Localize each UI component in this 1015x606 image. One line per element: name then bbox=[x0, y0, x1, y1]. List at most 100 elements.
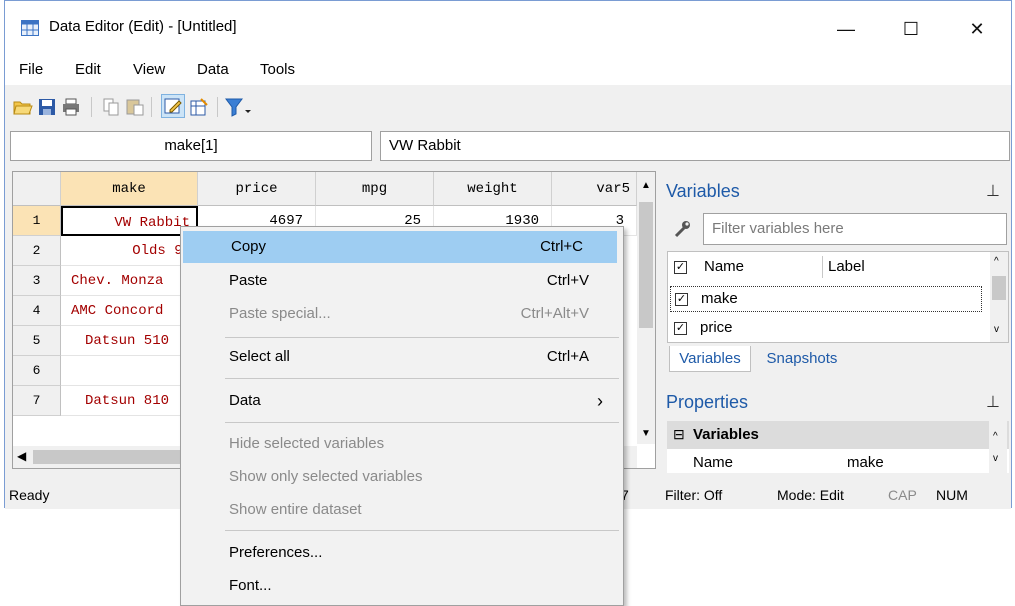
column-header-var5[interactable]: var5 bbox=[552, 172, 637, 206]
cell-make-5[interactable]: Datsun 510 bbox=[61, 326, 198, 356]
toolbar-separator bbox=[91, 97, 92, 117]
cell-make-2[interactable]: Olds 98 bbox=[61, 236, 198, 266]
maximize-button[interactable]: ☐ bbox=[888, 11, 934, 47]
cell-make-4[interactable]: AMC Concord bbox=[61, 296, 198, 326]
column-header-label[interactable]: Label bbox=[828, 258, 865, 275]
scroll-down-arrow-icon[interactable]: v bbox=[993, 453, 998, 464]
data-editor-app-icon bbox=[21, 20, 39, 36]
tab-variables[interactable]: Variables bbox=[669, 346, 751, 372]
variable-checkbox[interactable]: ✓ bbox=[675, 293, 688, 306]
properties-scrollbar[interactable]: ^ v bbox=[989, 421, 1007, 473]
properties-panel-title: Properties bbox=[666, 392, 749, 412]
variable-checkbox[interactable]: ✓ bbox=[674, 322, 687, 335]
properties-table[interactable]: ⊟ Variables Name make ^ v bbox=[667, 421, 1009, 473]
cell-make-3[interactable]: Chev. Monza bbox=[61, 266, 198, 296]
scroll-down-arrow-icon[interactable]: v bbox=[994, 324, 999, 335]
column-header-name[interactable]: Name bbox=[704, 258, 744, 275]
menu-bar: File Edit View Data Tools bbox=[5, 57, 1011, 85]
menu-item-preferences[interactable]: Preferences... bbox=[181, 537, 623, 569]
status-mode: Mode: Edit bbox=[777, 487, 844, 503]
variables-scrollbar[interactable]: ^ v bbox=[990, 252, 1008, 342]
menu-edit[interactable]: Edit bbox=[75, 61, 101, 78]
select-all-checkbox[interactable]: ✓ bbox=[674, 261, 687, 274]
list-item[interactable]: ✓ make bbox=[670, 286, 982, 312]
menu-item-paste[interactable]: Paste Ctrl+V bbox=[181, 265, 623, 297]
tab-snapshots[interactable]: Snapshots bbox=[757, 346, 847, 372]
pin-icon[interactable]: ⊥ bbox=[986, 181, 1000, 201]
property-value[interactable]: make bbox=[847, 454, 884, 471]
menu-view[interactable]: View bbox=[133, 61, 165, 78]
scroll-left-arrow-icon[interactable]: ◀ bbox=[17, 449, 26, 463]
variables-panel-title: Variables bbox=[666, 181, 740, 201]
row-header[interactable]: 3 bbox=[13, 266, 61, 296]
column-header-make[interactable]: make bbox=[61, 172, 198, 206]
cell-make-1[interactable]: VW Rabbit bbox=[61, 206, 198, 236]
menu-data[interactable]: Data bbox=[197, 61, 229, 78]
menu-tools[interactable]: Tools bbox=[260, 61, 295, 78]
properties-group-label: Variables bbox=[693, 426, 759, 443]
menu-item-copy[interactable]: Copy Ctrl+C bbox=[183, 231, 617, 263]
edit-mode-icon[interactable] bbox=[161, 94, 185, 118]
menu-item-font[interactable]: Font... bbox=[181, 570, 623, 602]
row-header[interactable]: 2 bbox=[13, 236, 61, 266]
column-header-price[interactable]: price bbox=[198, 172, 316, 206]
toolbar bbox=[5, 87, 1011, 127]
menu-separator bbox=[225, 530, 619, 531]
toolbar-separator bbox=[217, 97, 218, 117]
cell-make-6[interactable] bbox=[61, 356, 198, 386]
row-header[interactable]: 7 bbox=[13, 386, 61, 416]
grid-vertical-scrollbar[interactable]: ▲ bbox=[637, 172, 655, 432]
column-header-mpg[interactable]: mpg bbox=[316, 172, 434, 206]
wrench-icon[interactable] bbox=[673, 219, 693, 239]
list-item[interactable]: ✓ price bbox=[670, 316, 982, 342]
scroll-up-arrow-icon[interactable]: ▲ bbox=[641, 180, 651, 191]
column-divider bbox=[822, 256, 823, 278]
minimize-button[interactable]: — bbox=[823, 11, 869, 47]
browse-mode-icon[interactable] bbox=[189, 97, 209, 117]
pin-icon[interactable]: ⊥ bbox=[986, 392, 1000, 412]
menu-item-hide-selected[interactable]: Hide selected variables bbox=[181, 428, 623, 460]
row-header[interactable]: 5 bbox=[13, 326, 61, 356]
status-num: NUM bbox=[936, 487, 968, 503]
variables-list[interactable]: ✓ Name Label ✓ make ✓ price ^ v bbox=[667, 251, 1009, 343]
menu-item-show-entire-dataset[interactable]: Show entire dataset bbox=[181, 494, 623, 526]
row-header[interactable]: 6 bbox=[13, 356, 61, 386]
scroll-up-arrow-icon[interactable]: ^ bbox=[994, 256, 999, 267]
context-menu: Copy Ctrl+C Paste Ctrl+V Paste special..… bbox=[180, 226, 624, 606]
save-icon[interactable] bbox=[37, 97, 57, 117]
menu-file[interactable]: File bbox=[19, 61, 43, 78]
cell-value-box[interactable]: VW Rabbit bbox=[380, 131, 1010, 161]
properties-group-header[interactable]: ⊟ Variables bbox=[667, 421, 1009, 449]
cell-make-7[interactable]: Datsun 810 bbox=[61, 386, 198, 416]
scroll-up-arrow-icon[interactable]: ^ bbox=[993, 431, 998, 442]
variable-name: make bbox=[701, 290, 738, 307]
variable-name: price bbox=[700, 319, 733, 336]
menu-item-show-only-selected[interactable]: Show only selected variables bbox=[181, 461, 623, 493]
scrollbar-thumb[interactable] bbox=[33, 450, 183, 464]
open-folder-icon[interactable] bbox=[13, 97, 33, 117]
scrollbar-thumb[interactable] bbox=[639, 202, 653, 328]
menu-item-select-all[interactable]: Select all Ctrl+A bbox=[181, 341, 623, 373]
submenu-arrow-icon: › bbox=[597, 391, 603, 411]
grid-corner[interactable] bbox=[13, 172, 61, 206]
menu-separator bbox=[225, 378, 619, 379]
collapse-icon[interactable]: ⊟ bbox=[673, 426, 685, 443]
status-ready: Ready bbox=[9, 487, 50, 503]
copy-icon[interactable] bbox=[101, 97, 121, 117]
column-header-weight[interactable]: weight bbox=[434, 172, 552, 206]
paste-icon[interactable] bbox=[125, 97, 145, 117]
filter-icon[interactable] bbox=[225, 97, 253, 117]
row-header[interactable]: 1 bbox=[13, 206, 61, 236]
menu-item-paste-special[interactable]: Paste special... Ctrl+Alt+V bbox=[181, 298, 623, 330]
toolbar-separator bbox=[151, 97, 152, 117]
menu-item-data[interactable]: Data › bbox=[181, 385, 623, 417]
status-cap: CAP bbox=[888, 487, 917, 503]
cell-name-box[interactable]: make[1] bbox=[10, 131, 372, 161]
scroll-down-arrow-icon[interactable]: ▼ bbox=[637, 424, 655, 444]
close-button[interactable]: ✕ bbox=[954, 11, 1000, 47]
scrollbar-thumb[interactable] bbox=[992, 276, 1006, 300]
status-filter: Filter: Off bbox=[665, 487, 723, 503]
row-header[interactable]: 4 bbox=[13, 296, 61, 326]
print-icon[interactable] bbox=[61, 97, 81, 117]
filter-variables-input[interactable]: Filter variables here bbox=[703, 213, 1007, 245]
